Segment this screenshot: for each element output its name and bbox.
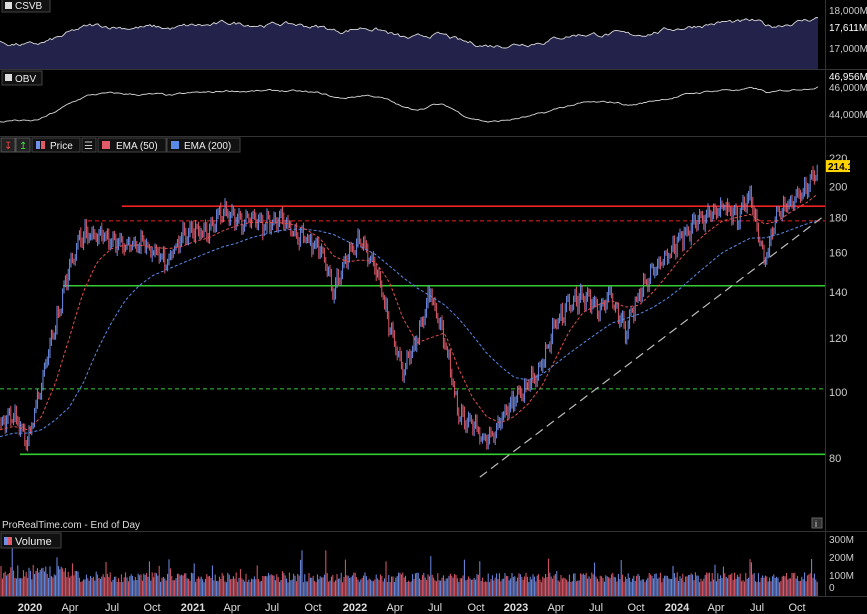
csvb-color-icon (5, 2, 12, 9)
obv-tick-46000: 46,000M (829, 83, 867, 94)
price-tick-100: 100 (829, 387, 847, 399)
x-tick-2020: 2020 (18, 602, 42, 614)
zoom-out-icon: ↧ (4, 141, 12, 152)
price-tick-80: 80 (829, 453, 841, 465)
x-tick-oct: Oct (467, 602, 484, 614)
x-tick-2024: 2024 (665, 602, 690, 614)
stock-chart: CSVB 18,000M 17,611M 17,000M OBV 46,956M… (0, 0, 867, 614)
info-icon: i (815, 519, 817, 529)
csvb-tick-17000: 17,000M (829, 44, 867, 55)
last-price-label: 214.10 (828, 162, 859, 173)
price-down-swatch-icon (41, 141, 45, 149)
info-button[interactable] (811, 517, 823, 529)
x-tick-jul: Jul (105, 602, 119, 614)
zoom-in-icon: ↥ (19, 141, 27, 152)
csvb-label: CSVB (15, 1, 43, 12)
x-tick-2022: 2022 (343, 602, 367, 614)
x-tick-oct: Oct (143, 602, 160, 614)
price-tick-180: 180 (829, 213, 847, 225)
x-tick-jul: Jul (265, 602, 279, 614)
x-tick-2021: 2021 (181, 602, 205, 614)
price-tick-120: 120 (829, 333, 847, 345)
x-tick-jul: Jul (589, 602, 603, 614)
legend-price-label: Price (50, 141, 73, 152)
x-tick-oct: Oct (788, 602, 805, 614)
csvb-tick-18000: 18,000M (829, 6, 867, 17)
price-tick-160: 160 (829, 247, 847, 259)
x-tick-apr: Apr (707, 602, 724, 614)
volume-tick-0: 0 (829, 583, 835, 594)
csvb-last-value: 17,611M (829, 23, 867, 34)
price-tick-140: 140 (829, 287, 847, 299)
x-tick-oct: Oct (304, 602, 321, 614)
x-tick-jul: Jul (428, 602, 442, 614)
x-tick-2023: 2023 (504, 602, 528, 614)
volume-down-swatch-icon (8, 537, 12, 545)
volume-tick-300m: 300M (829, 535, 854, 546)
volume-tick-100m: 100M (829, 571, 854, 582)
obv-last-value: 46,956M (829, 72, 867, 83)
obv-color-icon (5, 74, 12, 81)
price-tick-200: 200 (829, 181, 847, 193)
x-tick-oct: Oct (627, 602, 644, 614)
list-icon: ☰ (84, 141, 93, 152)
x-tick-apr: Apr (61, 602, 78, 614)
x-tick-apr: Apr (547, 602, 564, 614)
ema50-swatch-icon (102, 141, 110, 149)
price-legend: ↧ ↥ Price ☰ EMA (50) EMA (200) (0, 137, 241, 153)
volume-up-swatch-icon (4, 537, 8, 545)
volume-tick-200m: 200M (829, 553, 854, 564)
x-tick-apr: Apr (386, 602, 403, 614)
obv-label: OBV (15, 74, 36, 85)
price-up-swatch-icon (36, 141, 40, 149)
footer-source: ProRealTime.com - End of Day (2, 520, 140, 531)
obv-tick-44000: 44,000M (829, 110, 867, 121)
x-tick-apr: Apr (223, 602, 240, 614)
legend-ema200-label: EMA (200) (184, 141, 231, 152)
ema200-swatch-icon (171, 141, 179, 149)
legend-ema50-label: EMA (50) (116, 141, 158, 152)
x-tick-jul: Jul (750, 602, 764, 614)
volume-label: Volume (15, 536, 52, 548)
